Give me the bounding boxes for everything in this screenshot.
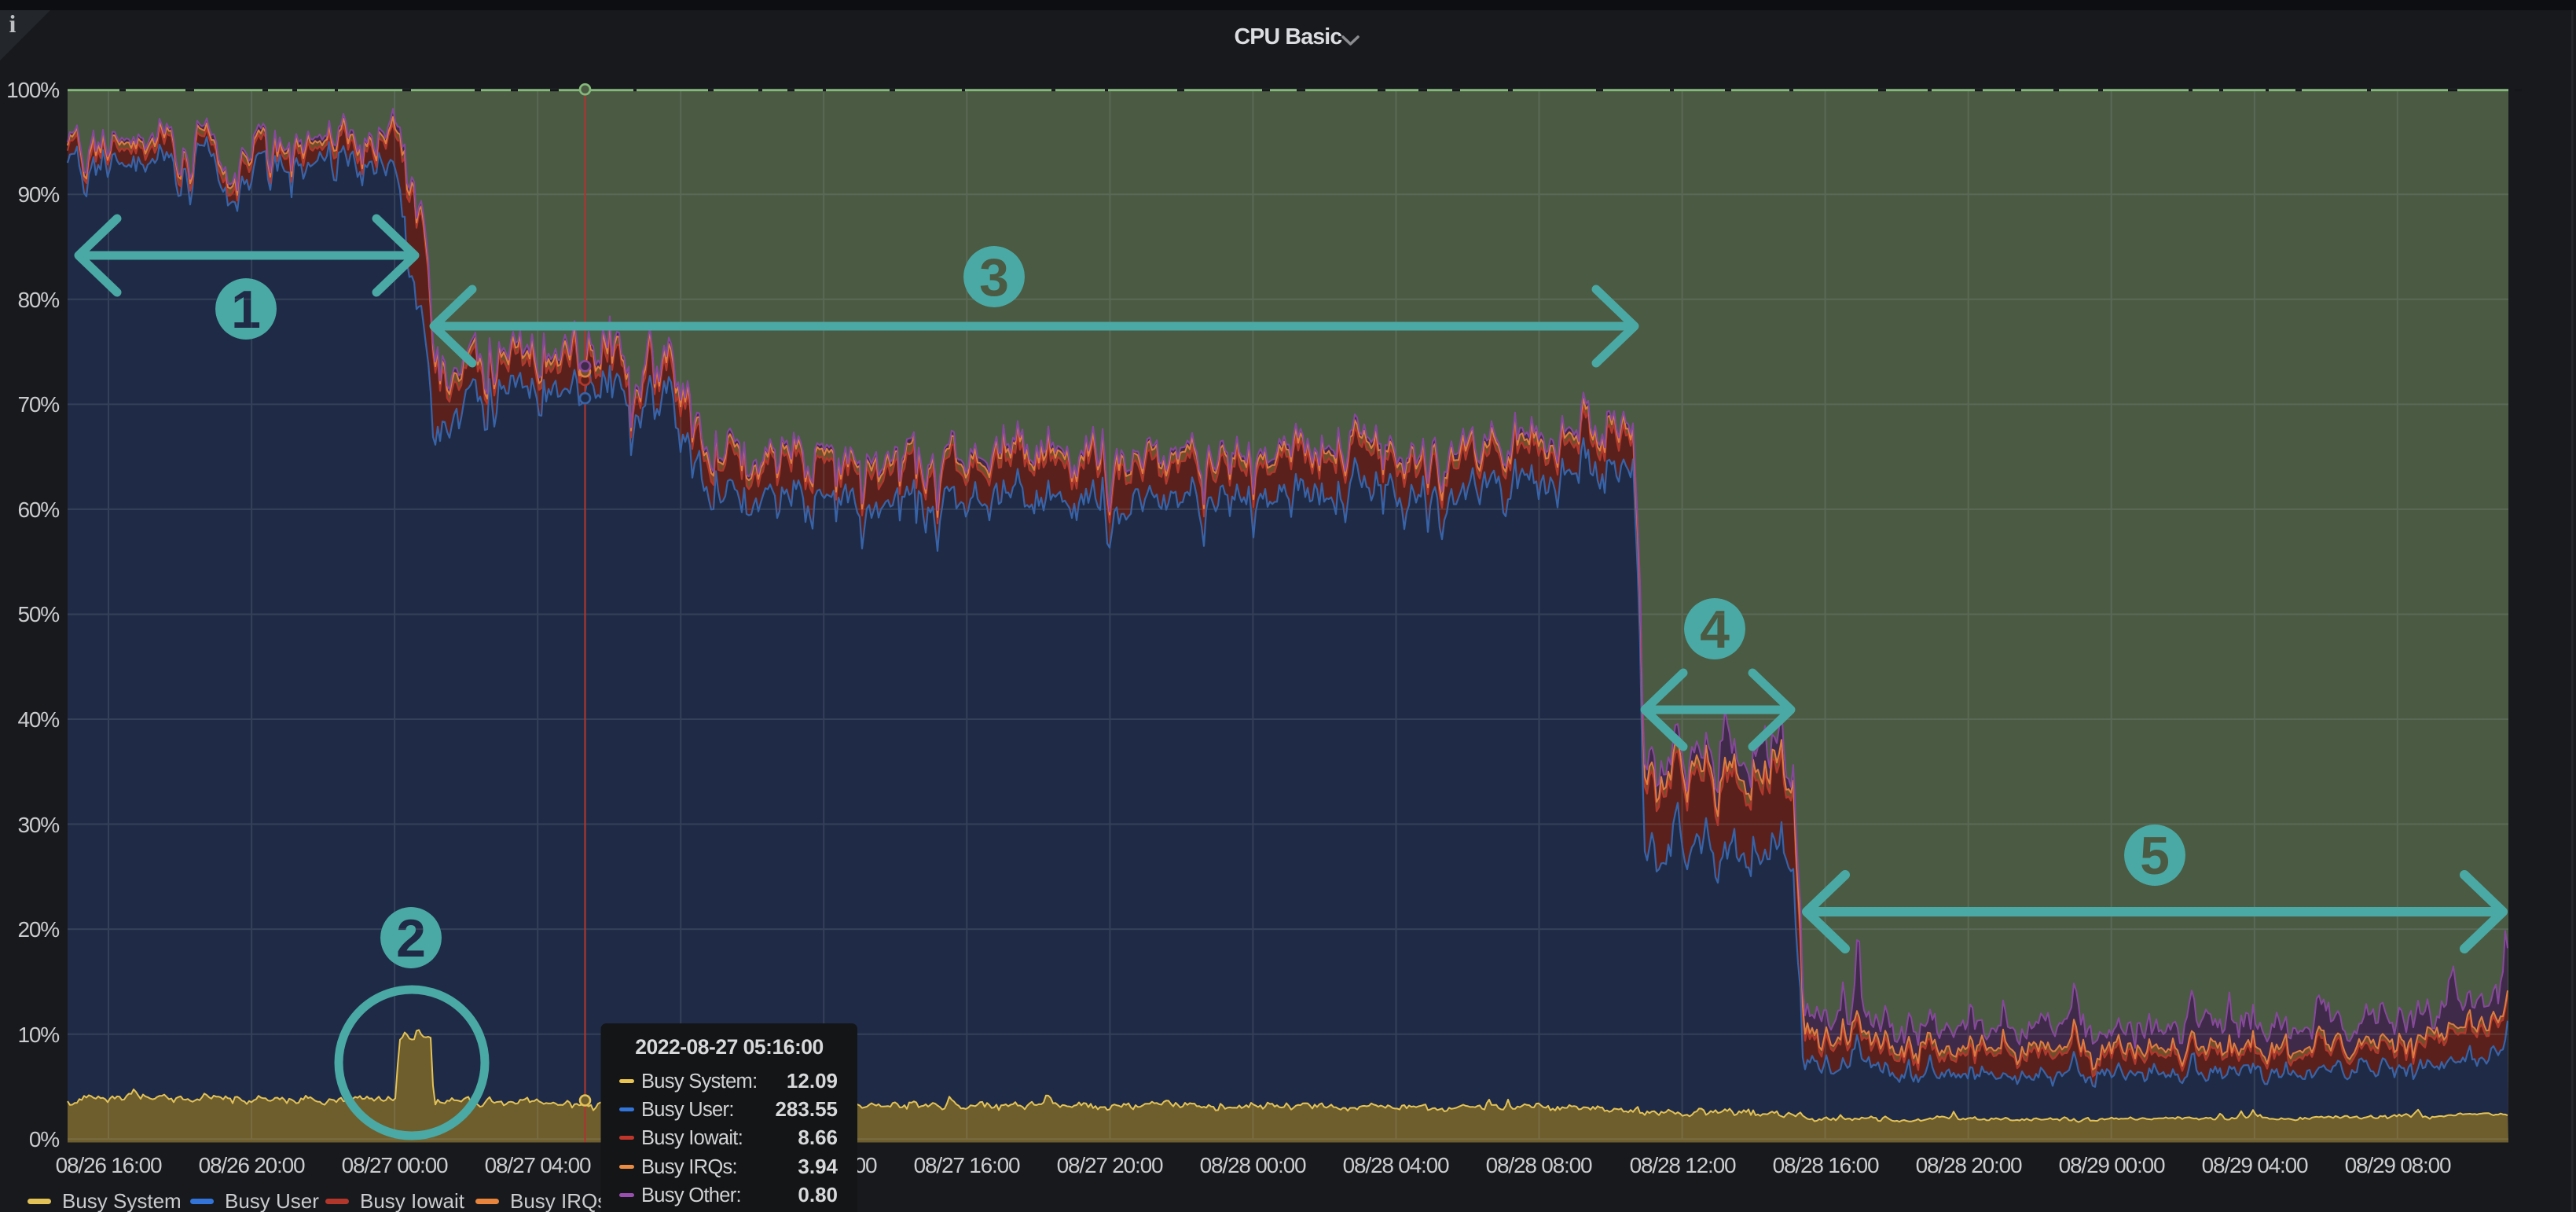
svg-text:08/27 04:00: 08/27 04:00 xyxy=(485,1153,591,1177)
svg-text:90%: 90% xyxy=(18,182,60,207)
svg-text:50%: 50% xyxy=(18,602,60,626)
svg-text:08/27 16:00: 08/27 16:00 xyxy=(914,1153,1020,1177)
svg-text:Busy System:: Busy System: xyxy=(641,1071,757,1093)
svg-text:08/29 04:00: 08/29 04:00 xyxy=(2202,1153,2308,1177)
svg-text:08/26 20:00: 08/26 20:00 xyxy=(199,1153,305,1177)
svg-text:08/29 00:00: 08/29 00:00 xyxy=(2059,1153,2165,1177)
svg-text:08/28 04:00: 08/28 04:00 xyxy=(1343,1153,1449,1177)
svg-text:08/27 20:00: 08/27 20:00 xyxy=(1057,1153,1163,1177)
svg-text:100%: 100% xyxy=(6,78,59,102)
svg-text:3.94: 3.94 xyxy=(798,1155,838,1178)
svg-text:Busy User:: Busy User: xyxy=(641,1099,734,1121)
svg-text:60%: 60% xyxy=(18,498,60,522)
svg-text:8.66: 8.66 xyxy=(798,1126,838,1149)
svg-text:08/27 00:00: 08/27 00:00 xyxy=(342,1153,448,1177)
svg-text:Busy User: Busy User xyxy=(225,1189,319,1212)
svg-text:Busy System: Busy System xyxy=(62,1189,182,1212)
svg-text:70%: 70% xyxy=(18,392,60,417)
svg-text:283.55: 283.55 xyxy=(775,1097,838,1121)
svg-text:Busy Iowait: Busy Iowait xyxy=(360,1189,465,1212)
svg-text:Busy Other:: Busy Other: xyxy=(641,1184,741,1206)
svg-text:2022-08-27 05:16:00: 2022-08-27 05:16:00 xyxy=(635,1035,824,1059)
svg-text:30%: 30% xyxy=(18,813,60,837)
svg-text:Busy Iowait:: Busy Iowait: xyxy=(641,1127,743,1149)
svg-text:i: i xyxy=(9,9,17,38)
svg-text:08/28 12:00: 08/28 12:00 xyxy=(1630,1153,1736,1177)
svg-text:0%: 0% xyxy=(29,1127,59,1151)
svg-text:08/28 16:00: 08/28 16:00 xyxy=(1773,1153,1879,1177)
svg-text:08/28 08:00: 08/28 08:00 xyxy=(1486,1153,1592,1177)
svg-text:12.09: 12.09 xyxy=(787,1069,838,1093)
svg-text:08/26 16:00: 08/26 16:00 xyxy=(56,1153,162,1177)
svg-text:10%: 10% xyxy=(18,1023,60,1047)
svg-text:Busy IRQs: Busy IRQs xyxy=(510,1189,607,1212)
svg-text:40%: 40% xyxy=(18,707,60,732)
svg-text:CPU Basic: CPU Basic xyxy=(1235,24,1343,50)
svg-text:Busy IRQs:: Busy IRQs: xyxy=(641,1156,737,1178)
svg-text:80%: 80% xyxy=(18,288,60,312)
svg-text:08/29 08:00: 08/29 08:00 xyxy=(2345,1153,2451,1177)
svg-text:0.80: 0.80 xyxy=(798,1183,838,1206)
svg-text:20%: 20% xyxy=(18,917,60,942)
svg-text:08/28 00:00: 08/28 00:00 xyxy=(1200,1153,1306,1177)
svg-text:08/28 20:00: 08/28 20:00 xyxy=(1916,1153,2022,1177)
